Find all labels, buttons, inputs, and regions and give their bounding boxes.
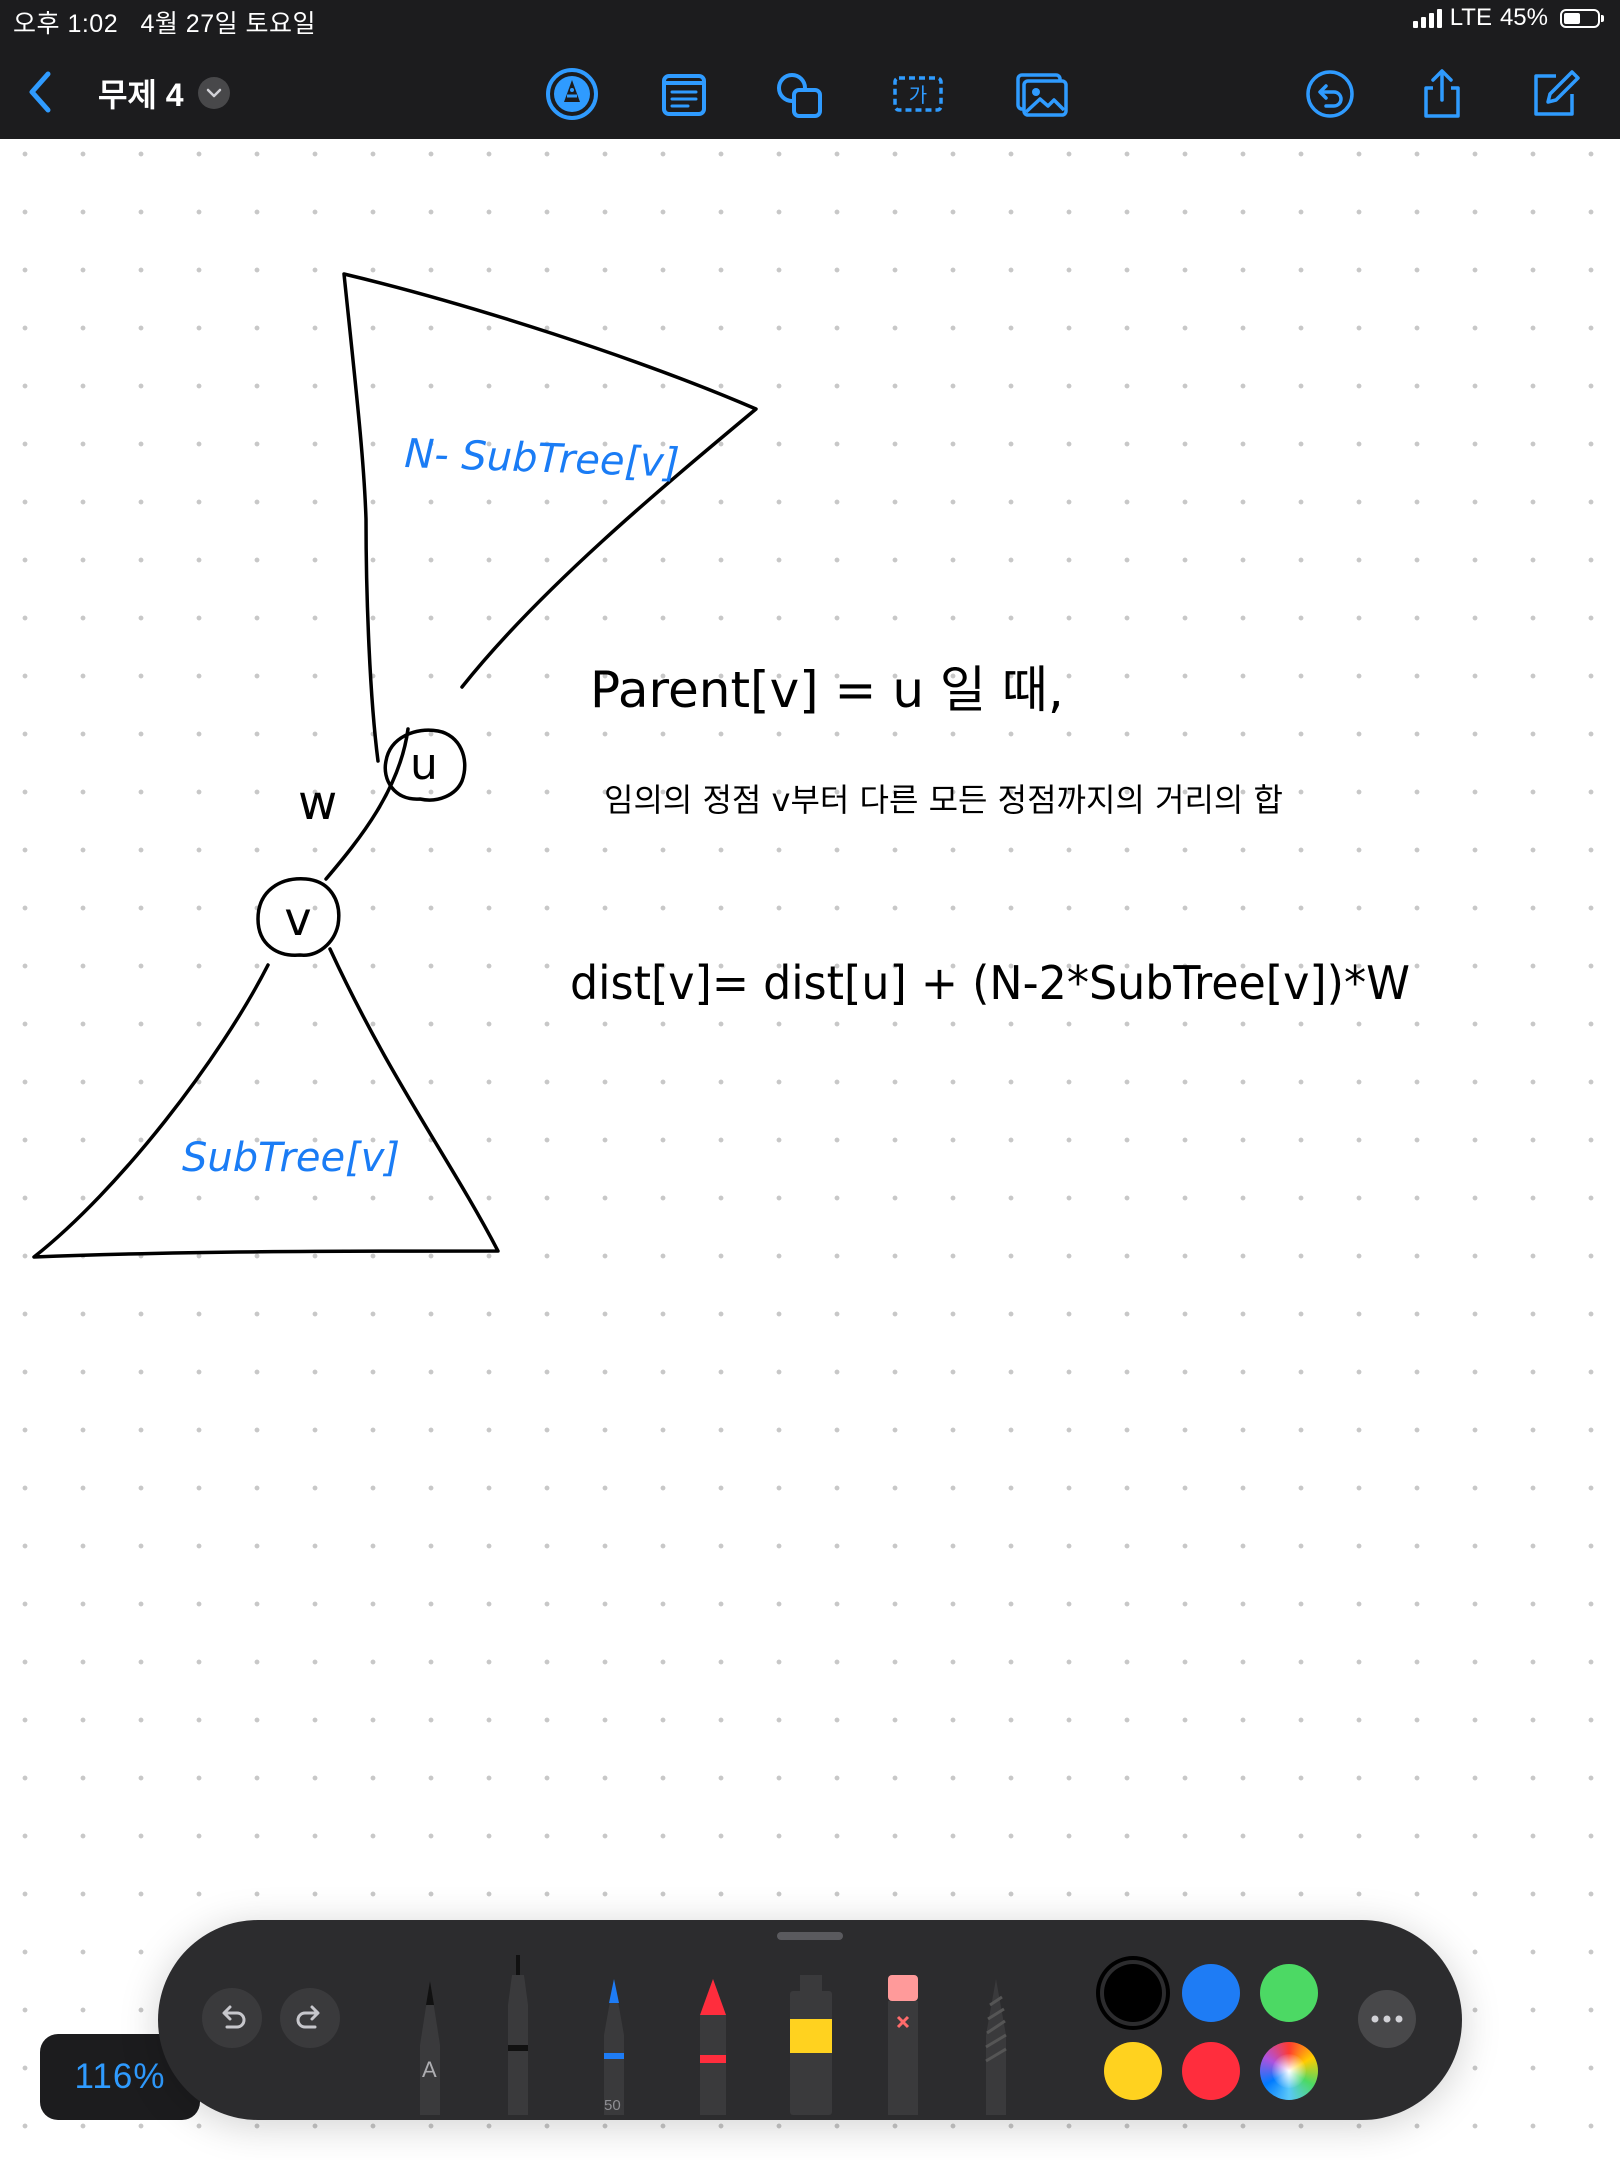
text-insert-button[interactable]: 가 xyxy=(890,66,946,122)
note-line-1: Parent[v] = u 일 때, xyxy=(590,661,1064,719)
undo-history-button[interactable] xyxy=(1302,66,1358,122)
marker-blue-tool[interactable]: 50 xyxy=(594,1975,634,2120)
crayon-icon xyxy=(700,1979,726,2115)
color-swatch-red[interactable] xyxy=(1182,2042,1240,2100)
text-box-icon xyxy=(662,74,706,116)
crayon-tool[interactable] xyxy=(690,1975,736,2120)
document-title-button[interactable]: 무제 4 xyxy=(98,70,230,116)
node-u-label: u xyxy=(410,739,438,790)
battery-icon xyxy=(1560,8,1604,28)
compose-icon xyxy=(1534,70,1580,116)
text-box-button[interactable] xyxy=(656,66,712,122)
battery-percent: 45% xyxy=(1499,4,1548,31)
photo-icon xyxy=(1016,73,1068,117)
color-swatch-yellow[interactable] xyxy=(1104,2042,1162,2100)
text-insert-icon: 가 xyxy=(893,76,943,112)
network-label: LTE xyxy=(1449,4,1492,31)
paint-tube-icon xyxy=(790,1975,832,2115)
eraser-tool[interactable] xyxy=(884,1975,922,2120)
top-triangle-label: N- SubTree[v] xyxy=(404,431,681,487)
handwritten-drawing: N- SubTree[v] u w v SubTree[v] Parent[v]… xyxy=(32,272,1410,1259)
color-picker-rainbow[interactable] xyxy=(1260,2042,1318,2100)
color-swatch-blue[interactable] xyxy=(1182,1964,1240,2022)
fineliner-icon xyxy=(508,1955,528,2115)
status-time: 오후 1:02 xyxy=(13,10,119,38)
markup-pen-button[interactable] xyxy=(544,66,600,122)
striped-pen-icon xyxy=(985,1979,1007,2115)
status-indicators: LTE 45% xyxy=(1412,4,1604,32)
pencil-icon xyxy=(420,1981,440,2115)
tool-palette: A 50 xyxy=(158,1920,1462,2120)
pen-tip-circle-icon xyxy=(546,68,598,120)
share-button[interactable] xyxy=(1414,66,1470,122)
ellipsis-icon xyxy=(1371,2015,1403,2023)
shapes-button[interactable] xyxy=(772,66,828,122)
document-title: 무제 4 xyxy=(98,77,184,113)
edge-u-v xyxy=(324,727,410,881)
palette-redo-button[interactable] xyxy=(280,1988,340,2048)
chevron-down-icon xyxy=(197,77,230,109)
palette-grabber[interactable] xyxy=(777,1932,843,1940)
status-time-date: 오후 1:02 4월 27일 토요일 xyxy=(13,4,316,40)
zoom-level: 116% xyxy=(74,2057,166,2096)
share-icon xyxy=(1424,69,1460,118)
note-line-2: 임의의 정점 v부터 다른 모든 정점까지의 거리의 합 xyxy=(604,781,1283,819)
status-date: 4월 27일 토요일 xyxy=(140,10,317,38)
media-button[interactable] xyxy=(1014,66,1070,122)
redo-icon xyxy=(296,2005,320,2029)
watercolor-tool[interactable] xyxy=(784,1975,838,2120)
shapes-icon xyxy=(777,73,822,118)
undo-icon xyxy=(222,2005,246,2029)
svg-text:가: 가 xyxy=(909,83,927,107)
color-swatch-green[interactable] xyxy=(1260,1964,1318,2022)
more-options-button[interactable] xyxy=(1358,1990,1416,2048)
top-bar: 오후 1:02 4월 27일 토요일 LTE 45% 무제 4 가 xyxy=(0,0,1620,139)
palette-undo-button[interactable] xyxy=(202,1988,262,2048)
undo-circle-icon xyxy=(1306,70,1354,118)
chevron-left-icon xyxy=(29,71,51,113)
ruler-pen-tool[interactable] xyxy=(976,1975,1016,2120)
fineliner-tool[interactable] xyxy=(498,1955,538,2120)
marker-icon xyxy=(604,1979,624,2115)
node-v-label: v xyxy=(284,892,311,946)
back-button[interactable] xyxy=(20,68,60,116)
edge-weight-label: w xyxy=(298,775,337,831)
signal-icon xyxy=(1412,8,1442,28)
pencil-letter: A xyxy=(422,2057,437,2082)
pencil-tool[interactable]: A xyxy=(410,1975,450,2120)
color-swatch-black[interactable] xyxy=(1104,1964,1162,2022)
distance-formula: dist[v]= dist[u] + (N-2*SubTree[v])*W xyxy=(570,956,1410,1010)
new-note-button[interactable] xyxy=(1526,66,1582,122)
bottom-triangle xyxy=(32,947,500,1259)
color-wheel-icon xyxy=(1272,2054,1306,2088)
bottom-triangle-label: SubTree[v] xyxy=(182,1135,400,1181)
pen-width-label: 50 xyxy=(604,2097,621,2114)
eraser-icon xyxy=(888,1975,918,2115)
